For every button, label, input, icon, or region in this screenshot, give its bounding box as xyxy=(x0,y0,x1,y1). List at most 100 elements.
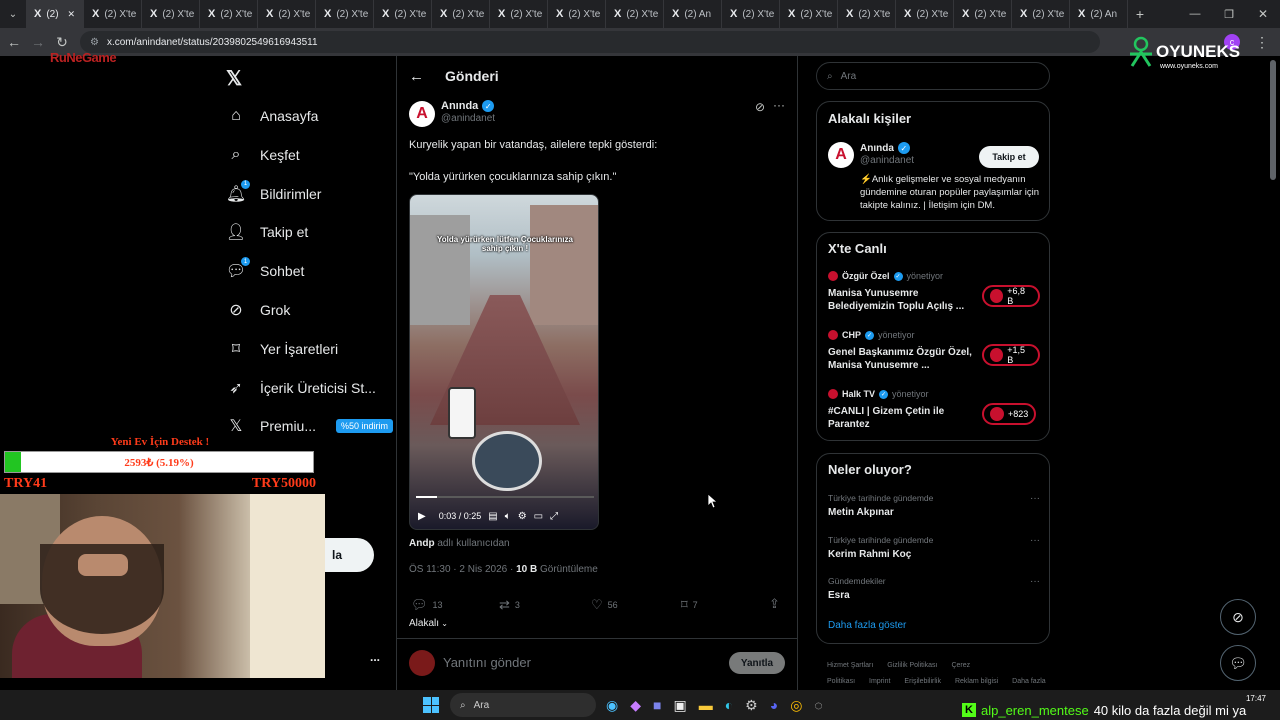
right-search[interactable]: ⌕ Ara xyxy=(816,62,1050,90)
share-icon[interactable]: ⇪ xyxy=(769,596,780,612)
sidebar-item-bell[interactable]: 🔔︎ 1 Bildirimler xyxy=(226,179,321,209)
fullscreen-icon[interactable]: ⤢ xyxy=(550,511,558,522)
live-listeners-pill[interactable]: +6,8 B xyxy=(982,285,1040,307)
reply-button[interactable]: Yanıtla xyxy=(729,652,785,674)
copilot-icon[interactable]: ◆ xyxy=(630,697,641,714)
footer-link[interactable]: Imprint xyxy=(869,678,890,685)
browser-menu-icon[interactable]: ⋮ xyxy=(1250,30,1274,54)
trend-more-icon[interactable]: ··· xyxy=(1030,535,1040,546)
browser-tab[interactable]: X (2) X'te xyxy=(548,0,606,28)
footer-link[interactable]: Hizmet Şartları xyxy=(827,662,873,669)
sidebar-item-search[interactable]: ⌕ Keşfet xyxy=(226,140,300,170)
account-more-icon[interactable]: ... xyxy=(370,650,380,664)
browser-tab[interactable]: X (2) ✕ xyxy=(26,0,84,28)
folder-icon[interactable]: ▬ xyxy=(699,697,713,714)
reply-input[interactable]: Yanıtını gönder xyxy=(443,655,531,670)
pip-icon[interactable]: ▭ xyxy=(534,511,543,522)
browser-tab[interactable]: X (2) X'te xyxy=(200,0,258,28)
browser-tab[interactable]: X (2) X'te xyxy=(374,0,432,28)
sidebar-item-add-user[interactable]: 👤︎ Takip et xyxy=(226,217,308,247)
browser-tab[interactable]: X (2) X'te xyxy=(316,0,374,28)
browser-tab[interactable]: X (2) X'te xyxy=(490,0,548,28)
reply-sort[interactable]: Alakalı ⌄ xyxy=(409,618,448,629)
settings-gear-icon[interactable]: ⚙ xyxy=(518,511,527,522)
browser-tab[interactable]: X (2) X'te xyxy=(606,0,664,28)
footer-link[interactable]: Erişilebilirlik xyxy=(904,678,941,685)
browser-tab[interactable]: X (2) An xyxy=(664,0,722,28)
sidebar-item-chat[interactable]: 💬︎ 1 Sohbet xyxy=(226,256,304,286)
taskbar-search[interactable]: ⌕ Ara xyxy=(450,693,596,717)
related-name[interactable]: Anında xyxy=(860,143,894,154)
tab-menu-chevron-icon[interactable]: ⌄ xyxy=(0,2,26,26)
back-arrow-icon[interactable]: ← xyxy=(2,30,26,54)
author-name[interactable]: Anında xyxy=(441,100,478,112)
browser-tab[interactable]: X (2) X'te xyxy=(896,0,954,28)
forward-arrow-icon[interactable]: → xyxy=(26,30,50,54)
store-icon[interactable]: ▣ xyxy=(673,697,686,714)
author-handle[interactable]: @anindanet xyxy=(441,113,495,124)
browser-tab[interactable]: X (2) X'te xyxy=(1012,0,1070,28)
url-field[interactable]: ⚙ x.com/anindanet/status/203980254961694… xyxy=(80,31,1100,53)
repost-action[interactable]: ⇄ 3 xyxy=(499,597,520,613)
sidebar-item-home[interactable]: ⌂ Anasayfa xyxy=(226,101,318,131)
trend-more-icon[interactable]: ··· xyxy=(1030,493,1040,504)
volume-icon[interactable]: 🔈︎ xyxy=(505,511,511,522)
teams-icon[interactable]: ■ xyxy=(653,697,661,714)
app-icon[interactable]: ◌ xyxy=(814,697,822,714)
bookmark-action[interactable]: ⌑ 7 xyxy=(681,597,698,613)
grok-fab[interactable]: ⊘ xyxy=(1220,599,1256,635)
captions-icon[interactable]: ▤ xyxy=(488,511,497,522)
trend-item[interactable]: Gündemdekiler Esra ··· xyxy=(828,576,1040,601)
post-more-icon[interactable]: ··· xyxy=(773,98,785,112)
edge-icon[interactable]: ◐ xyxy=(725,697,733,714)
task-view-icon[interactable]: ◉ xyxy=(606,697,618,714)
sidebar-item-bookmark[interactable]: ⌑ Yer İşaretleri xyxy=(226,334,338,364)
live-listeners-pill[interactable]: +1,5 B xyxy=(982,344,1040,366)
new-tab-plus-icon[interactable]: + xyxy=(1128,2,1152,26)
browser-tab[interactable]: X (2) An xyxy=(1070,0,1128,28)
related-handle[interactable]: @anindanet xyxy=(860,155,914,166)
site-info-icon[interactable]: ⚙ xyxy=(90,37,99,48)
sidebar-item-grok[interactable]: ⊘ Grok xyxy=(226,295,290,325)
page-scrollbar[interactable] xyxy=(1270,60,1276,180)
follow-button[interactable]: Takip et xyxy=(979,146,1039,168)
discord-icon[interactable]: ◕ xyxy=(770,697,778,714)
sidebar-item-rocket[interactable]: ➶ İçerik Üreticisi St... xyxy=(226,373,376,403)
back-arrow-icon[interactable]: ← xyxy=(409,68,424,85)
related-avatar[interactable]: A xyxy=(828,142,854,168)
x-logo[interactable]: 𝕏 xyxy=(226,66,242,91)
show-more-link[interactable]: Daha fazla göster xyxy=(828,620,906,631)
play-icon[interactable]: ▶ xyxy=(418,511,426,522)
author-avatar[interactable]: A xyxy=(409,101,435,127)
like-action[interactable]: ♡ 56 xyxy=(591,597,618,613)
minimize-icon[interactable]: — xyxy=(1178,2,1212,26)
browser-tab[interactable]: X (2) X'te xyxy=(954,0,1012,28)
footer-link[interactable]: Gizlilik Politikası xyxy=(887,662,937,669)
trend-item[interactable]: Türkiye tarihinde gündemde Kerim Rahmi Ko… xyxy=(828,535,1040,560)
close-tab-icon[interactable]: ✕ xyxy=(67,9,75,20)
trend-more-icon[interactable]: ··· xyxy=(1030,576,1040,587)
browser-tab[interactable]: X (2) X'te xyxy=(432,0,490,28)
post-timestamp[interactable]: ÖS 11:30 · 2 Nis 2026 · xyxy=(409,564,513,575)
live-item[interactable]: Özgür Özel ✓ yönetiyor Manisa Yunusemre Bel… xyxy=(828,271,1040,313)
browser-tab[interactable]: X (2) X'te xyxy=(838,0,896,28)
browser-tab[interactable]: X (2) X'te xyxy=(780,0,838,28)
live-listeners-pill[interactable]: +823 xyxy=(982,403,1037,425)
settings-gear-icon[interactable]: ⚙ xyxy=(745,697,758,714)
reply-action[interactable]: 💬︎ 13 xyxy=(411,597,443,613)
grok-icon[interactable]: ⊘ xyxy=(755,100,765,114)
browser-tab[interactable]: X (2) X'te xyxy=(84,0,142,28)
chrome-icon[interactable]: ◎ xyxy=(790,697,802,714)
credit-user[interactable]: Andp xyxy=(409,538,435,549)
footer-link[interactable]: Reklam bilgisi xyxy=(955,678,998,685)
browser-tab[interactable]: X (2) X'te xyxy=(722,0,780,28)
maximize-icon[interactable]: ❐ xyxy=(1212,2,1246,26)
start-windows-icon[interactable] xyxy=(420,694,442,716)
browser-tab[interactable]: X (2) X'te xyxy=(142,0,200,28)
video-progress-track[interactable] xyxy=(416,496,594,498)
live-item[interactable]: CHP ✓ yönetiyor Genel Başkanımız Özgür Özel… xyxy=(828,330,1040,372)
video-player[interactable]: Yolda yürürken lütfen Çocuklarınıza sahi… xyxy=(409,194,599,530)
taskbar-clock[interactable]: 17:47 xyxy=(1246,694,1266,703)
close-window-icon[interactable]: ✕ xyxy=(1246,2,1280,26)
messages-fab[interactable]: 💬︎ xyxy=(1220,645,1256,681)
